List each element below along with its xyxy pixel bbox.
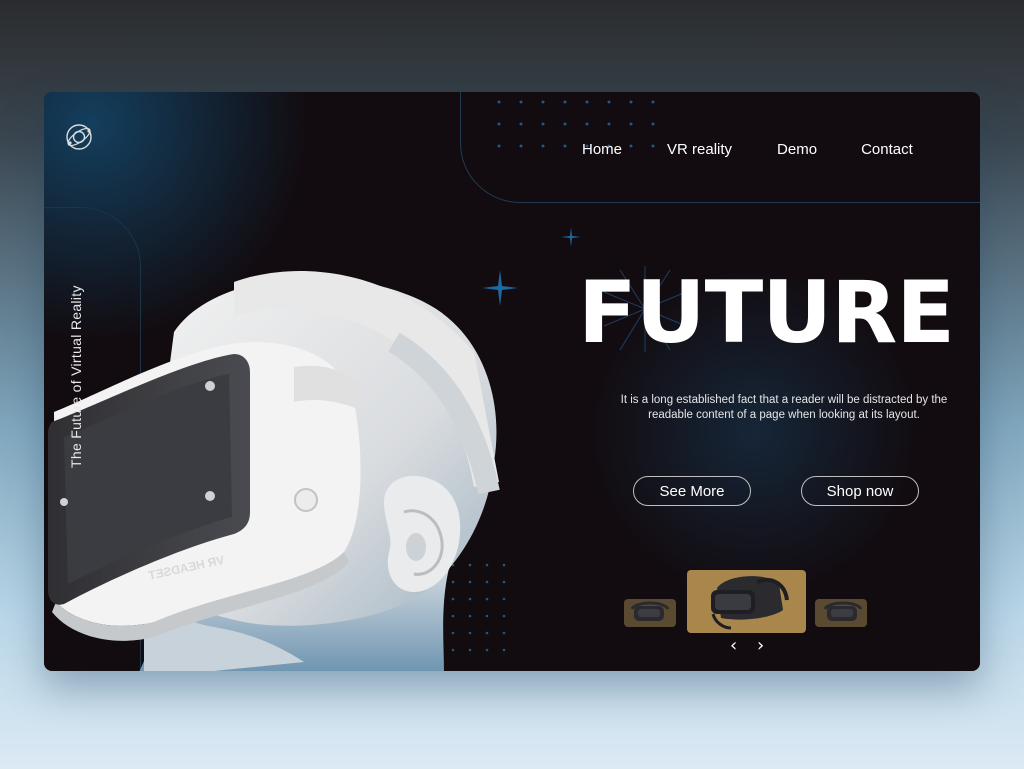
nav-demo[interactable]: Demo (777, 141, 817, 158)
vr-headset-icon (630, 601, 670, 621)
carousel-prev-button[interactable]: ‹ (730, 637, 737, 655)
landing-card: Home VR reality Demo Contact VR HEADSET … (44, 92, 980, 671)
main-nav: Home VR reality Demo Contact (582, 141, 913, 158)
vr-headset-icon (711, 576, 789, 630)
shop-now-button[interactable]: Shop now (801, 476, 919, 506)
hero-headline: FUTURE (578, 263, 955, 363)
orbit-logo-icon[interactable] (64, 122, 94, 152)
vr-headset-icon (823, 601, 863, 621)
vertical-caption: The Future of Virtual Reality (68, 285, 84, 468)
sparkle-star-small-icon (561, 227, 581, 247)
see-more-button[interactable]: See More (633, 476, 751, 506)
carousel-thumb-left[interactable] (624, 599, 676, 627)
nav-vr-reality[interactable]: VR reality (667, 141, 732, 158)
carousel-thumb-center[interactable] (687, 570, 806, 633)
nav-contact[interactable]: Contact (861, 141, 913, 158)
carousel-thumb-right[interactable] (815, 599, 867, 627)
hero-description: It is a long established fact that a rea… (620, 394, 948, 421)
vr-headset-hero-image: VR HEADSET (48, 270, 500, 671)
carousel-next-button[interactable]: › (757, 637, 764, 655)
nav-home[interactable]: Home (582, 141, 622, 158)
